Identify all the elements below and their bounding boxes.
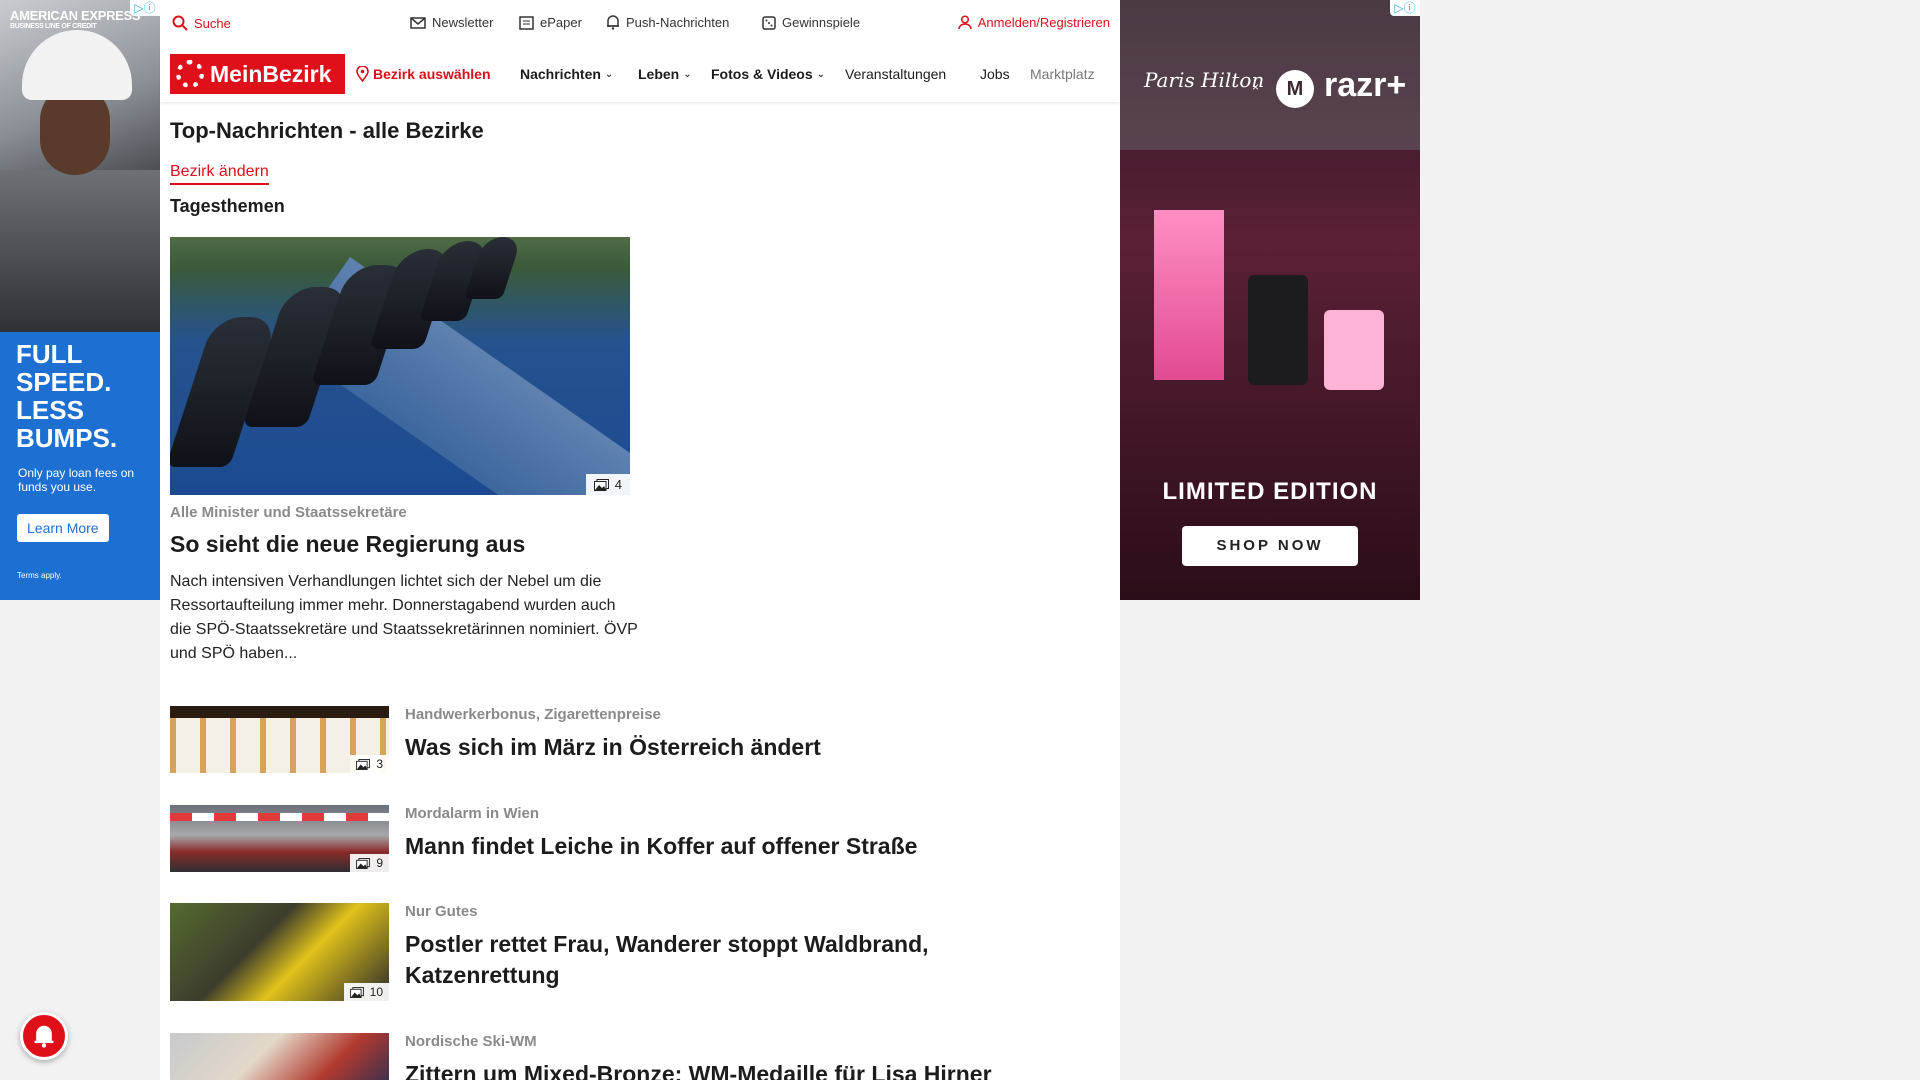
- nav-nachrichten[interactable]: Nachrichten ⌄: [520, 66, 613, 82]
- search-icon: [172, 15, 188, 31]
- dice-icon: [762, 15, 776, 30]
- notification-bell-button[interactable]: [20, 1012, 68, 1060]
- image-count: 10: [369, 985, 383, 999]
- newsletter-link[interactable]: Newsletter: [410, 15, 493, 30]
- image-count-badge: 4: [585, 474, 630, 495]
- logo-text: MeinBezirk: [210, 60, 332, 87]
- nav-marktplatz[interactable]: Marktplatz: [1030, 66, 1095, 82]
- nav-fotos-videos-label: Fotos & Videos: [711, 66, 813, 82]
- hero-image[interactable]: 4: [170, 237, 630, 495]
- image-count-badge: 10: [343, 983, 389, 1001]
- ad-brand: AMERICAN EXPRESS BUSINESS LINE OF CREDIT: [10, 8, 141, 30]
- meinbezirk-logo[interactable]: MeinBezirk: [170, 54, 345, 94]
- chevron-down-icon: ⌄: [816, 68, 826, 80]
- article-thumbnail[interactable]: 3: [170, 706, 389, 773]
- newsletter-label: Newsletter: [432, 15, 494, 30]
- nav-fotos-videos[interactable]: Fotos & Videos ⌄: [711, 66, 825, 82]
- ad-headline: FULL SPEED. LESS BUMPS.: [16, 339, 118, 453]
- nav-nachrichten-label: Nachrichten: [520, 66, 601, 82]
- search-link[interactable]: Suche: [172, 15, 231, 31]
- gallery-icon: [356, 758, 371, 770]
- bezirk-select-button[interactable]: Bezirk auswählen: [356, 66, 491, 82]
- ad-headline: LIMITED EDITION: [1162, 478, 1378, 505]
- hero-teaser: Nach intensiven Verhandlungen lichtet si…: [170, 573, 638, 662]
- chevron-down-icon: ⌄: [604, 68, 614, 80]
- epaper-label: ePaper: [540, 15, 582, 30]
- article-thumbnail[interactable]: 10: [170, 903, 389, 1001]
- mail-icon: [410, 16, 426, 29]
- page-title: Top-Nachrichten - alle Bezirke: [170, 118, 484, 143]
- bell-icon: [607, 15, 619, 30]
- image-count-badge: 9: [350, 854, 389, 872]
- ad-product-name: razr+: [1324, 66, 1407, 104]
- article-thumbnail[interactable]: 9: [170, 805, 389, 872]
- image-count: 9: [376, 856, 383, 870]
- nav-veranstaltungen-label: Veranstaltungen: [845, 66, 947, 82]
- push-notifications-link[interactable]: Push-Nachrichten: [606, 15, 729, 30]
- image-count: 4: [614, 477, 622, 492]
- search-label: Suche: [194, 15, 231, 31]
- article-thumbnail[interactable]: [170, 1033, 389, 1080]
- user-icon: [958, 15, 972, 30]
- article-kicker: Nur Gutes: [405, 903, 478, 920]
- ad-terms: Terms apply.: [17, 571, 62, 580]
- article-headline[interactable]: Postler rettet Frau, Wanderer stoppt Wal…: [405, 929, 1025, 991]
- article-headline[interactable]: Zittern um Mixed-Bronze: WM-Medaille für…: [405, 1059, 1025, 1080]
- article-kicker: Handwerkerbonus, Zigarettenpreise: [405, 706, 661, 723]
- bell-icon: [34, 1025, 54, 1048]
- article-headline[interactable]: Mann findet Leiche in Koffer auf offener…: [405, 831, 1025, 862]
- article-headline[interactable]: Was sich im März in Österreich ändert: [405, 732, 1025, 763]
- ad-subtext: Only pay loan fees on funds you use.: [18, 466, 135, 494]
- ad-choices-icon[interactable]: ▷ⓘ: [1390, 0, 1420, 16]
- main-content: Suche Newsletter ePaper Push-Nachrichten…: [160, 0, 1120, 1080]
- nav-leben[interactable]: Leben ⌄: [638, 66, 692, 82]
- ad-accessory-image: [1324, 310, 1384, 390]
- gewinnspiele-label: Gewinnspiele: [782, 15, 861, 30]
- hero-kicker: Alle Minister und Staatssekretäre: [170, 504, 407, 521]
- nav-jobs-label: Jobs: [980, 66, 1010, 82]
- location-pin-icon: [356, 66, 369, 82]
- ad-phone-image: [1248, 275, 1308, 385]
- image-count: 3: [376, 757, 383, 771]
- epaper-link[interactable]: ePaper: [519, 15, 582, 30]
- bezirk-select-label: Bezirk auswählen: [373, 66, 491, 82]
- image-count-badge: 3: [350, 755, 389, 773]
- ad-choices-icon[interactable]: ▷ⓘ: [130, 0, 160, 16]
- main-navigation: MeinBezirk Bezirk auswählen Nachrichten …: [160, 46, 1120, 102]
- motorola-logo-icon: M: [1276, 70, 1314, 108]
- login-link[interactable]: Anmelden/Registrieren: [958, 15, 1110, 30]
- gallery-icon: [593, 478, 609, 491]
- ad-shop-now-button[interactable]: SHOP NOW: [1182, 526, 1358, 566]
- top-utility-bar: Suche Newsletter ePaper Push-Nachrichten…: [160, 0, 1120, 46]
- tagesthemen-heading: Tagesthemen: [170, 196, 285, 216]
- gallery-icon: [356, 857, 371, 869]
- login-label: Anmelden/Registrieren: [977, 15, 1110, 30]
- push-label: Push-Nachrichten: [626, 15, 730, 30]
- change-bezirk-link[interactable]: Bezirk ändern: [170, 163, 269, 185]
- nav-leben-label: Leben: [638, 66, 680, 82]
- ad-signature: Paris Hilton: [1144, 68, 1265, 92]
- ad-learn-more-button[interactable]: Learn More: [17, 514, 109, 542]
- nav-veranstaltungen[interactable]: Veranstaltungen: [845, 66, 946, 82]
- ad-photo: [0, 0, 160, 332]
- gallery-icon: [349, 986, 364, 998]
- logo-mark-icon: [176, 60, 204, 88]
- article-kicker: Mordalarm in Wien: [405, 805, 540, 822]
- nav-marktplatz-label: Marktplatz: [1030, 66, 1095, 82]
- article-kicker: Nordische Ski-WM: [405, 1033, 537, 1050]
- newspaper-icon: [519, 15, 534, 30]
- ad-product-box: [1154, 210, 1224, 380]
- gewinnspiele-link[interactable]: Gewinnspiele: [762, 15, 860, 30]
- hero-headline[interactable]: So sieht die neue Regierung aus: [170, 531, 525, 558]
- chevron-down-icon: ⌄: [683, 68, 692, 80]
- left-advertisement[interactable]: AMERICAN EXPRESS BUSINESS LINE OF CREDIT…: [0, 0, 160, 600]
- nav-jobs[interactable]: Jobs: [980, 66, 1010, 82]
- right-advertisement[interactable]: Paris Hilton × M razr+ ▷ⓘ LIMITED EDITIO…: [1120, 0, 1420, 600]
- ad-collab-x: ×: [1252, 80, 1260, 94]
